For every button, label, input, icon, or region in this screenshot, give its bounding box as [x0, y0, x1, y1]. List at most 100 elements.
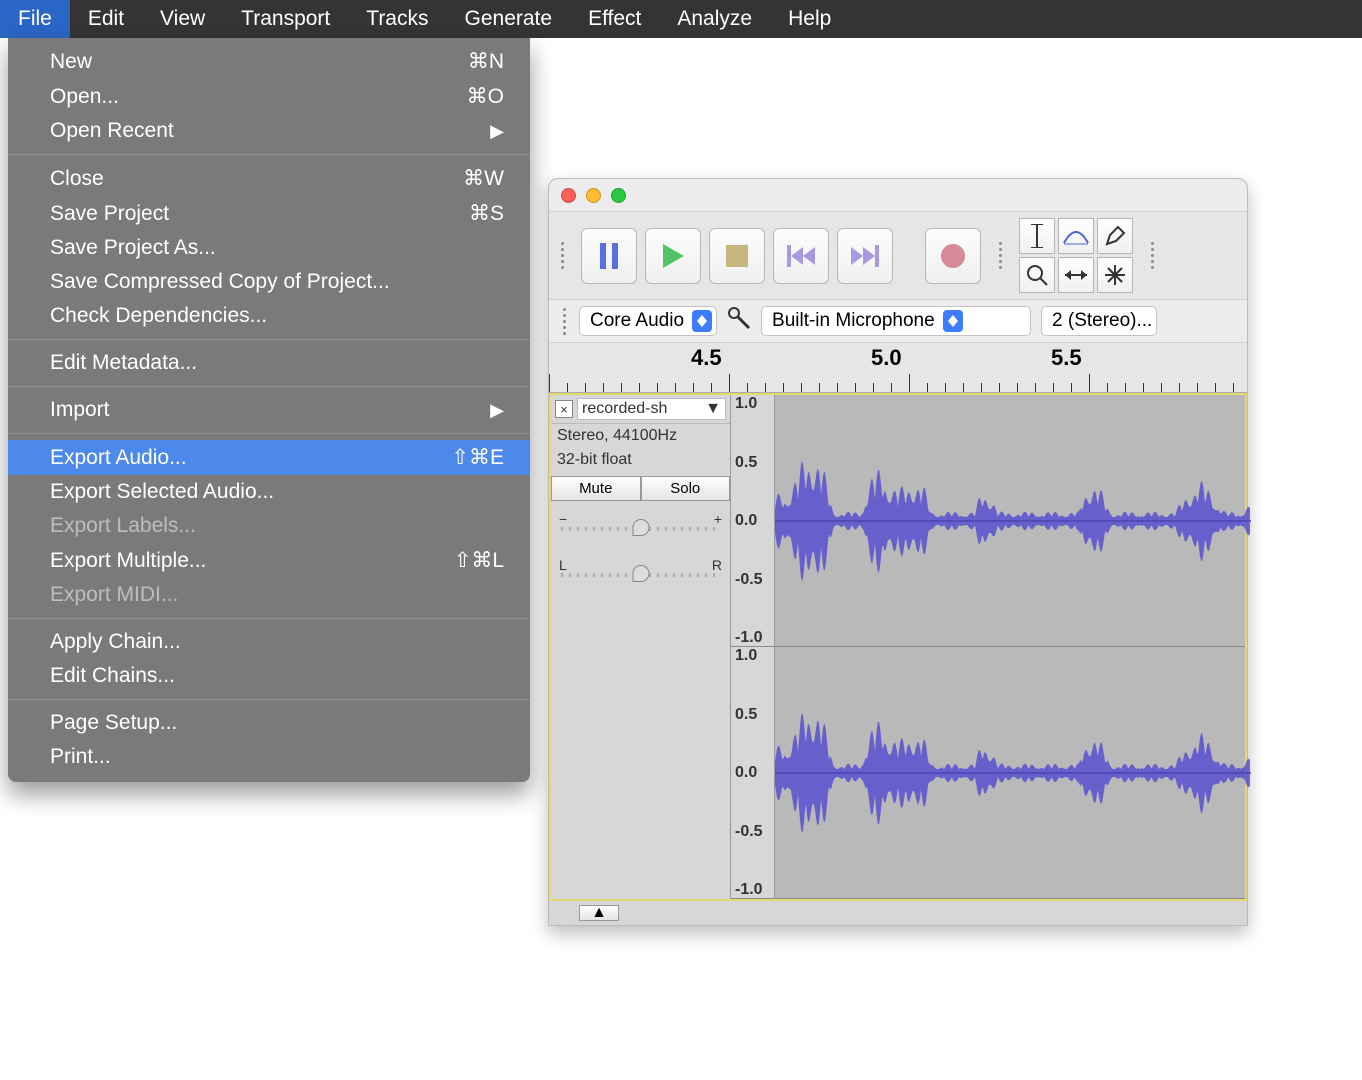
device-toolbar: Core Audio Built-in Microphone 2 (Stereo…: [549, 300, 1247, 343]
solo-button[interactable]: Solo: [641, 476, 731, 501]
menu-shortcut: ⌘N: [468, 49, 504, 74]
recording-channels-value: 2 (Stereo)...: [1052, 310, 1152, 332]
menu-help[interactable]: Help: [770, 0, 849, 38]
menu-separator: [8, 154, 530, 155]
skip-end-button[interactable]: [837, 228, 893, 284]
gain-max-label: +: [714, 511, 722, 527]
menu-item[interactable]: Apply Chain...: [8, 625, 530, 659]
waveform-area[interactable]: 1.00.50.0-0.5-1.01.00.50.0-0.5-1.0: [731, 395, 1245, 899]
amplitude-label: 0.5: [735, 706, 757, 724]
menu-view[interactable]: View: [142, 0, 223, 38]
submenu-arrow-icon: ▶: [490, 121, 504, 142]
play-button[interactable]: [645, 228, 701, 284]
toolbar-grip[interactable]: [557, 242, 567, 269]
select-stepper-icon: [692, 310, 712, 332]
track-format-line2: 32-bit float: [551, 448, 730, 472]
audio-host-value: Core Audio: [590, 310, 684, 332]
menu-item[interactable]: Export Selected Audio...: [8, 475, 530, 509]
menu-item[interactable]: Print...: [8, 740, 530, 774]
track-control-panel: × recorded-sh ▼ Stereo, 44100Hz 32-bit f…: [551, 395, 731, 899]
zoom-window-button[interactable]: [611, 188, 626, 203]
ruler-label: 5.0: [871, 345, 902, 371]
track-collapse-bar: ▲: [549, 901, 1247, 925]
menu-item-label: Export Audio...: [50, 446, 187, 470]
menu-shortcut: ⌘W: [463, 166, 504, 191]
pan-left-label: L: [559, 557, 567, 573]
amplitude-label: 0.0: [735, 512, 757, 530]
menu-item-label: Export Selected Audio...: [50, 480, 274, 504]
draw-tool[interactable]: [1097, 218, 1133, 254]
toolbar-grip[interactable]: [995, 242, 1005, 269]
minimize-window-button[interactable]: [586, 188, 601, 203]
menu-item[interactable]: Open... ⌘O: [8, 79, 530, 114]
menu-item[interactable]: Save Project⌘S: [8, 196, 530, 231]
menu-item[interactable]: Page Setup...: [8, 706, 530, 740]
recording-channels-select[interactable]: 2 (Stereo)...: [1041, 306, 1157, 336]
menu-item[interactable]: Open Recent ▶: [8, 114, 530, 148]
amplitude-label: -1.0: [735, 881, 763, 899]
track-close-button[interactable]: ×: [555, 400, 573, 418]
menu-item-label: Print...: [50, 745, 111, 769]
time-shift-tool[interactable]: [1058, 257, 1094, 293]
recording-device-select[interactable]: Built-in Microphone: [761, 306, 1031, 336]
menu-item[interactable]: Save Project As...: [8, 231, 530, 265]
menu-item[interactable]: Edit Metadata...: [8, 346, 530, 380]
pan-slider[interactable]: L R: [551, 547, 730, 575]
menu-item[interactable]: Export Audio... ⇧⌘E: [8, 440, 530, 475]
record-button[interactable]: [925, 228, 981, 284]
submenu-arrow-icon: ▶: [490, 400, 504, 421]
menu-item-label: Export MIDI...: [50, 583, 178, 607]
menu-separator: [8, 433, 530, 434]
menu-item-label: New: [50, 50, 92, 74]
amplitude-label: 0.5: [735, 454, 757, 472]
menu-item-label: Open...: [50, 85, 119, 109]
zoom-tool[interactable]: [1019, 257, 1055, 293]
menu-file[interactable]: File: [0, 0, 70, 38]
multi-tool[interactable]: [1097, 257, 1133, 293]
menu-item[interactable]: Edit Chains...: [8, 659, 530, 693]
menu-item-label: Open Recent: [50, 119, 174, 143]
toolbar-grip[interactable]: [1147, 242, 1157, 269]
waveform[interactable]: [775, 395, 1251, 647]
toolbar-row: [549, 211, 1247, 300]
menu-tracks[interactable]: Tracks: [348, 0, 446, 38]
menu-effect[interactable]: Effect: [570, 0, 659, 38]
microphone-icon: [727, 306, 751, 336]
waveform[interactable]: [775, 647, 1251, 899]
menu-edit[interactable]: Edit: [70, 0, 142, 38]
envelope-tool[interactable]: [1058, 218, 1094, 254]
menu-item[interactable]: Close ⌘W: [8, 161, 530, 196]
menu-separator: [8, 699, 530, 700]
timeline-ruler[interactable]: 4.55.05.5: [549, 343, 1247, 393]
menu-generate[interactable]: Generate: [447, 0, 571, 38]
menu-item[interactable]: New ⌘N: [8, 44, 530, 79]
menu-item-label: Import: [50, 398, 110, 422]
menu-analyze[interactable]: Analyze: [659, 0, 770, 38]
menu-item-label: Export Multiple...: [50, 549, 206, 573]
file-dropdown: New ⌘N Open... ⌘O Open Recent ▶ Close ⌘W Save Pr…: [8, 38, 530, 782]
track-name-dropdown[interactable]: recorded-sh ▼: [577, 398, 726, 420]
track-format-line1: Stereo, 44100Hz: [551, 424, 730, 448]
menu-transport[interactable]: Transport: [223, 0, 348, 38]
track-collapse-button[interactable]: ▲: [579, 905, 619, 921]
stop-button[interactable]: [709, 228, 765, 284]
amplitude-label: 1.0: [735, 647, 757, 665]
menu-item[interactable]: Check Dependencies...: [8, 299, 530, 333]
mute-button[interactable]: Mute: [551, 476, 641, 501]
audio-host-select[interactable]: Core Audio: [579, 306, 717, 336]
amplitude-label: -0.5: [735, 571, 763, 589]
close-window-button[interactable]: [561, 188, 576, 203]
toolbar-grip[interactable]: [559, 308, 569, 335]
pause-button[interactable]: [581, 228, 637, 284]
selection-tool[interactable]: [1019, 218, 1055, 254]
menu-item[interactable]: Export Multiple...⇧⌘L: [8, 543, 530, 578]
menu-item-label: Save Project: [50, 202, 169, 226]
menu-item-label: Edit Chains...: [50, 664, 175, 688]
gain-slider[interactable]: − +: [551, 501, 730, 529]
skip-start-button[interactable]: [773, 228, 829, 284]
menu-item[interactable]: Import ▶: [8, 393, 530, 427]
menu-item[interactable]: Save Compressed Copy of Project...: [8, 265, 530, 299]
menu-item-label: Close: [50, 167, 104, 191]
menu-shortcut: ⌘O: [467, 84, 504, 109]
menu-shortcut: ⇧⌘E: [451, 445, 504, 470]
